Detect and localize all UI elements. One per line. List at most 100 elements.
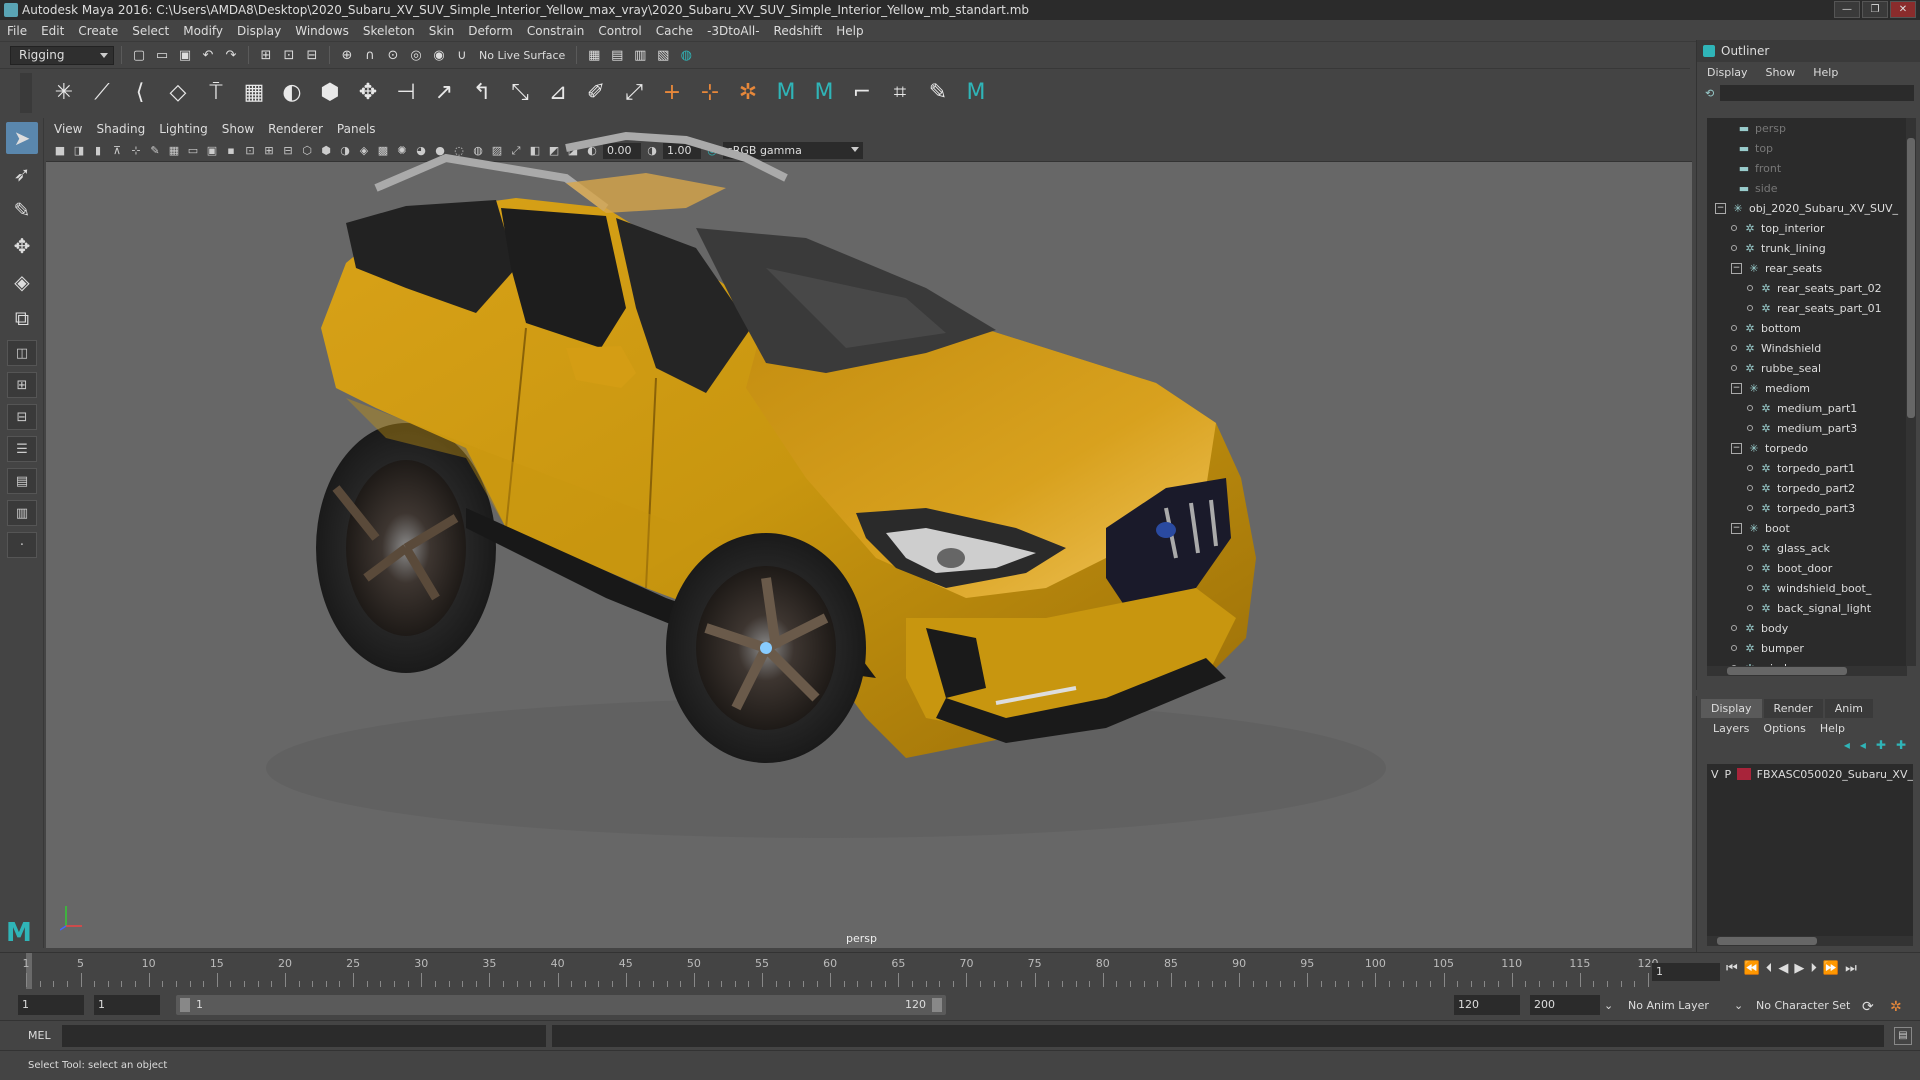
minimize-icon[interactable]: — — [1834, 1, 1860, 18]
skeleton-paint-icon[interactable]: ✲ — [732, 77, 764, 109]
mirror-joint-icon[interactable]: ◇ — [162, 77, 194, 109]
open-scene-icon[interactable]: ▭ — [152, 45, 172, 65]
outliner-item[interactable]: ✲ torpedo_part3 — [1707, 498, 1907, 518]
step-back-frame-icon[interactable]: ⏴ — [1766, 961, 1773, 976]
layer-menu-layers[interactable]: Layers — [1713, 722, 1749, 735]
ipr-render-icon[interactable]: ▥ — [630, 45, 650, 65]
select-object-icon[interactable]: ⊡ — [279, 45, 299, 65]
snap-curve-icon[interactable]: ∩ — [360, 45, 380, 65]
menu-file[interactable]: File — [0, 24, 34, 38]
step-forward-key-icon[interactable]: ⏩ — [1823, 961, 1839, 976]
blend-shape-icon[interactable]: ⌐ — [846, 77, 878, 109]
outliner-item[interactable]: ✲ trunk_lining — [1707, 238, 1907, 258]
outliner-item[interactable]: ✲ boot_door — [1707, 558, 1907, 578]
outliner-item[interactable]: ✲ back_signal_light — [1707, 598, 1907, 618]
layer-tab-display[interactable]: Display — [1701, 699, 1762, 718]
add-locator-icon[interactable]: + — [656, 77, 688, 109]
menu-3dtoall[interactable]: -3DtoAll- — [700, 24, 766, 38]
outliner-item[interactable]: ▬ persp — [1707, 118, 1907, 138]
paint-select-icon[interactable]: ✎ — [6, 194, 38, 226]
outliner-item[interactable]: ✲ windshield_boot_ — [1707, 578, 1907, 598]
new-layer-from-selected-icon[interactable]: ✚ — [1896, 738, 1906, 758]
orient-constraint-icon[interactable]: ↰ — [466, 77, 498, 109]
cluster-icon[interactable]: ✥ — [352, 77, 384, 109]
outliner-item[interactable]: ✲ medium_part3 — [1707, 418, 1907, 438]
play-forwards-icon[interactable]: ▶ — [1794, 961, 1804, 976]
aim-constraint-icon[interactable]: ↗ — [428, 77, 460, 109]
select-component-icon[interactable]: ⊟ — [302, 45, 322, 65]
outliner-item[interactable]: ✲ rear_seats_part_02 — [1707, 278, 1907, 298]
lasso-tool-icon[interactable]: ➶ — [6, 158, 38, 190]
play-backwards-icon[interactable]: ◀ — [1778, 961, 1788, 976]
move-tool-icon[interactable]: ✥ — [6, 230, 38, 262]
move-layer-down-icon[interactable]: ◂ — [1860, 738, 1866, 758]
outliner-item[interactable]: ✲ rubbe_seal — [1707, 358, 1907, 378]
rotate-tool-icon[interactable]: ◈ — [6, 266, 38, 298]
menu-deform[interactable]: Deform — [461, 24, 520, 38]
outliner-item[interactable]: ✲wind — [1707, 658, 1907, 666]
orient-joint-icon[interactable]: ⍑ — [200, 77, 232, 109]
step-back-key-icon[interactable]: ⏪ — [1744, 961, 1760, 976]
outliner-tree[interactable]: ▬ persp ▬ top ▬ front ▬ side − ✳ obj_2020_Subaru_X… — [1707, 118, 1907, 666]
expand-toggle-icon[interactable]: − — [1731, 382, 1742, 394]
anim-layer-dropdown-icon[interactable]: ⌄ — [1604, 999, 1613, 1012]
expand-toggle-icon[interactable]: − — [1715, 202, 1726, 214]
timeline-track[interactable]: 1 5 10 15 20 25 30 35 40 45 50 55 60 65 70 75 80 85 90 95 10… — [23, 957, 1659, 987]
outliner-item[interactable]: ✲ torpedo_part2 — [1707, 478, 1907, 498]
layer-menu-options[interactable]: Options — [1763, 722, 1805, 735]
render-frame-icon[interactable]: ▤ — [607, 45, 627, 65]
new-scene-icon[interactable]: ▢ — [129, 45, 149, 65]
outliner-menu-help[interactable]: Help — [1813, 66, 1838, 79]
animation-end-field[interactable]: 200 — [1530, 995, 1600, 1015]
range-end-handle[interactable] — [932, 998, 942, 1012]
outliner-menu-display[interactable]: Display — [1707, 66, 1748, 79]
lattice-icon[interactable]: ⬢ — [314, 77, 346, 109]
close-icon[interactable]: ✕ — [1890, 1, 1916, 18]
outliner-search-input[interactable] — [1720, 85, 1914, 101]
layer-tab-render[interactable]: Render — [1763, 699, 1823, 718]
pole-vector-icon[interactable]: ✐ — [580, 77, 612, 109]
add-influence-icon[interactable]: ⊹ — [694, 77, 726, 109]
outliner-vertical-scrollbar[interactable] — [1906, 118, 1916, 666]
redo-icon[interactable]: ↷ — [221, 45, 241, 65]
menu-help[interactable]: Help — [829, 24, 870, 38]
graph-layout-icon[interactable]: ▤ — [7, 468, 37, 494]
layer-menu-help[interactable]: Help — [1820, 722, 1845, 735]
outliner-item[interactable]: ✲ bumper — [1707, 638, 1907, 658]
locator-icon[interactable]: ⤢ — [618, 77, 650, 109]
hik-character-icon[interactable]: M — [770, 77, 802, 109]
new-layer-icon[interactable]: ✚ — [1876, 738, 1886, 758]
outliner-item[interactable]: ▬ side — [1707, 178, 1907, 198]
hypershade-layout-icon[interactable]: ▥ — [7, 500, 37, 526]
hik-tool-icon[interactable]: M — [960, 77, 992, 109]
menu-set-select[interactable]: Rigging — [10, 45, 114, 65]
menu-skin[interactable]: Skin — [422, 24, 462, 38]
outliner-item[interactable]: ▬ top — [1707, 138, 1907, 158]
outliner-item[interactable]: − ✳ boot — [1707, 518, 1907, 538]
character-set-select[interactable]: No Character Set — [1756, 999, 1850, 1012]
ik-spline-icon[interactable]: ⟨ — [124, 77, 156, 109]
outliner-item[interactable]: ✲ bottom — [1707, 318, 1907, 338]
expand-toggle-icon[interactable]: − — [1731, 262, 1742, 274]
wrap-deformer-icon[interactable]: ⌗ — [884, 77, 916, 109]
move-layer-up-icon[interactable]: ◂ — [1844, 738, 1850, 758]
sculpt-deformer-icon[interactable]: ✎ — [922, 77, 954, 109]
go-to-start-icon[interactable]: ⏮ — [1726, 961, 1738, 976]
filter-refresh-icon[interactable]: ⟲ — [1705, 87, 1714, 100]
live-surface-label[interactable]: No Live Surface — [475, 49, 569, 62]
current-frame-field[interactable]: 1 — [1652, 963, 1720, 981]
playback-start-field[interactable]: 1 — [94, 995, 160, 1015]
layer-tab-anim[interactable]: Anim — [1824, 699, 1873, 718]
menu-constrain[interactable]: Constrain — [520, 24, 592, 38]
scale-constraint-icon[interactable]: ⤡ — [504, 77, 536, 109]
menu-control[interactable]: Control — [591, 24, 648, 38]
playback-end-field[interactable]: 120 — [1454, 995, 1520, 1015]
step-forward-frame-icon[interactable]: ⏵ — [1810, 961, 1817, 976]
layer-horizontal-scrollbar[interactable] — [1707, 936, 1913, 946]
point-constraint-icon[interactable]: ⊣ — [390, 77, 422, 109]
snap-surface-icon[interactable]: ◉ — [429, 45, 449, 65]
scale-tool-icon[interactable]: ⧉ — [6, 302, 38, 334]
shelf-tab-handle[interactable] — [20, 72, 32, 113]
outliner-item[interactable]: − ✳ mediom — [1707, 378, 1907, 398]
snap-magnet-icon[interactable]: ∪ — [452, 45, 472, 65]
